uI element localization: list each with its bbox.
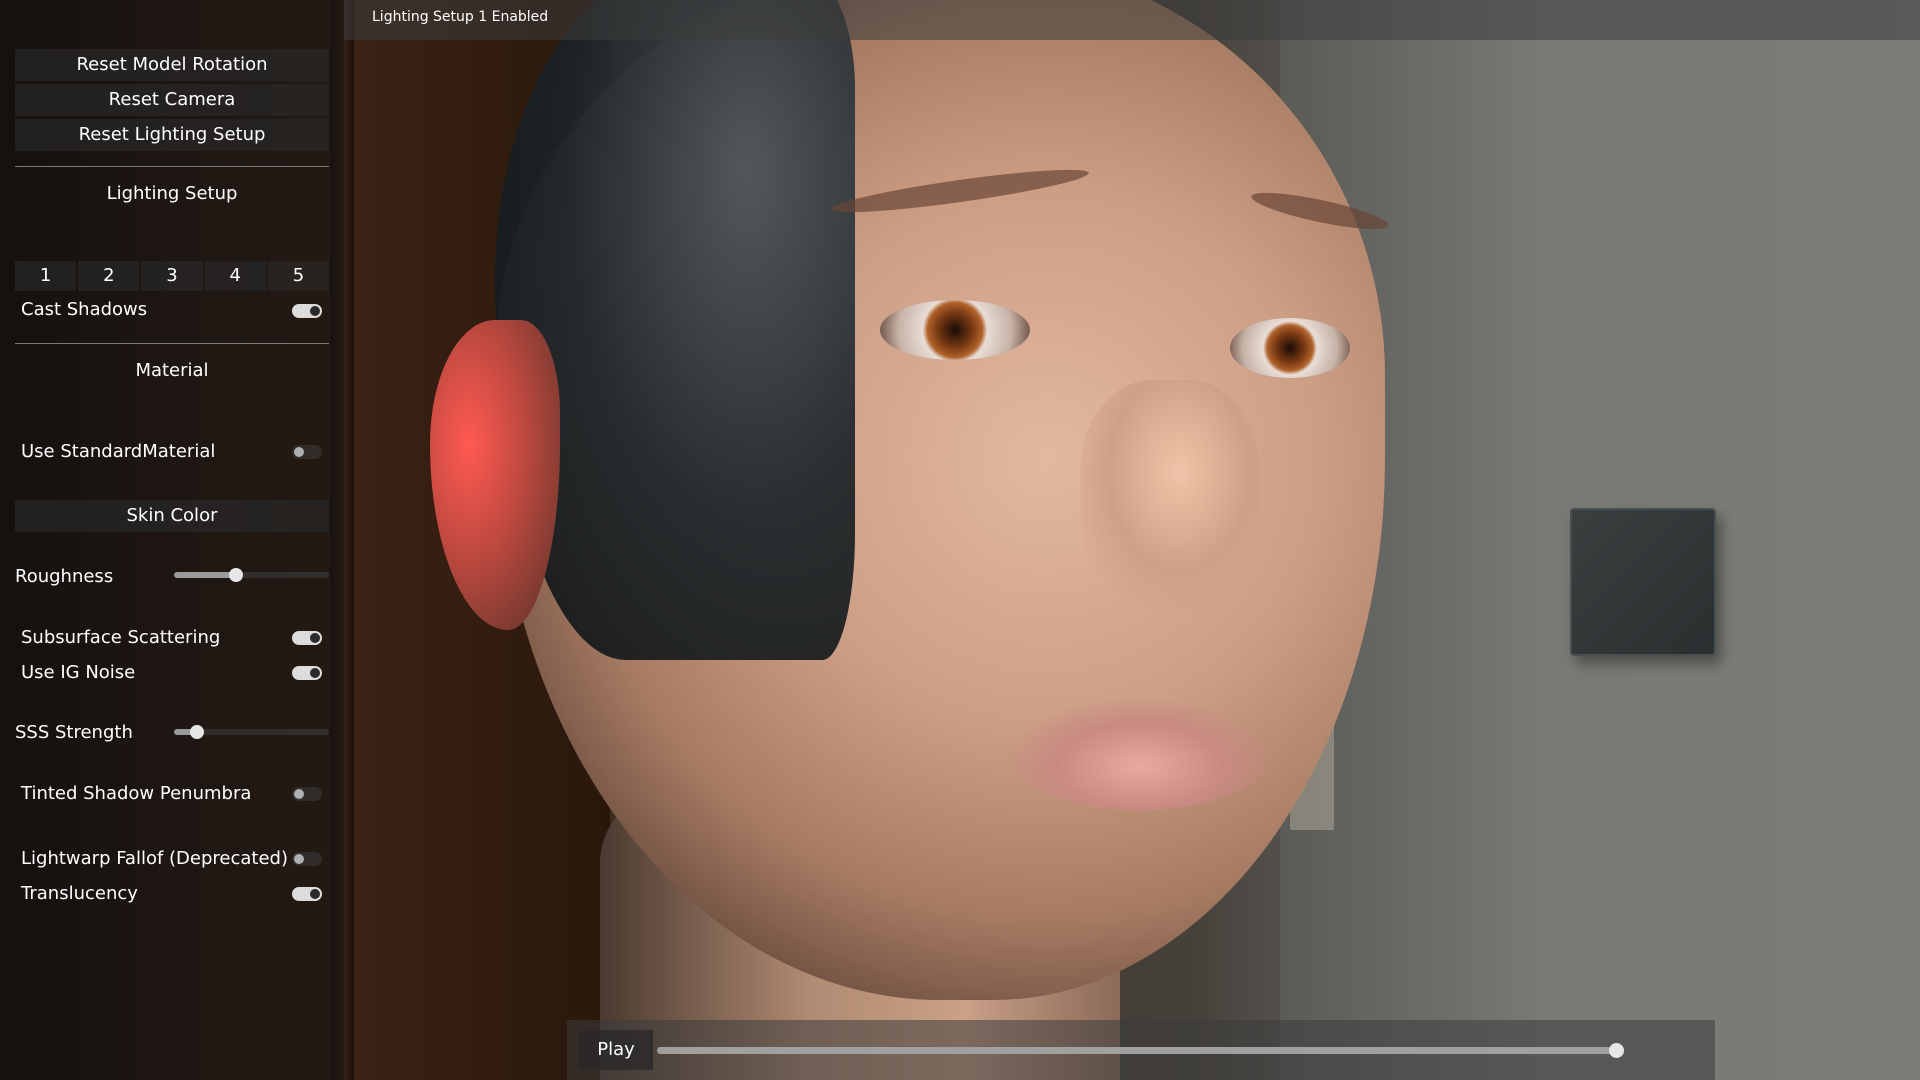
skin-color-button[interactable]: Skin Color bbox=[15, 500, 329, 532]
roughness-slider-knob[interactable] bbox=[229, 568, 243, 582]
cast-shadows-label: Cast Shadows bbox=[21, 299, 148, 320]
model-hair bbox=[495, 0, 855, 660]
use-ig-noise-toggle[interactable] bbox=[292, 666, 322, 680]
lighting-preset-3-button[interactable]: 3 bbox=[141, 261, 203, 291]
status-bar bbox=[344, 0, 1920, 40]
lighting-preset-2-button[interactable]: 2 bbox=[78, 261, 140, 291]
playback-bar: Play bbox=[567, 1020, 1715, 1080]
lightwarp-falloff-toggle[interactable] bbox=[292, 852, 322, 866]
model-left-eye bbox=[880, 300, 1030, 360]
timeline-knob[interactable] bbox=[1608, 1043, 1624, 1058]
subsurface-scattering-toggle[interactable] bbox=[292, 631, 322, 645]
lighting-preset-5-button[interactable]: 5 bbox=[267, 261, 330, 291]
lighting-setup-title: Lighting Setup bbox=[106, 183, 238, 204]
use-ig-noise-label: Use IG Noise bbox=[21, 662, 136, 683]
reset-camera-button[interactable]: Reset Camera bbox=[15, 84, 329, 116]
sss-strength-slider[interactable] bbox=[174, 725, 329, 739]
sss-strength-slider-knob[interactable] bbox=[190, 725, 205, 739]
reset-lighting-setup-button[interactable]: Reset Lighting Setup bbox=[15, 119, 329, 151]
lighting-preset-1-button[interactable]: 1 bbox=[15, 261, 77, 291]
model-nose bbox=[1080, 380, 1260, 610]
tinted-shadow-penumbra-toggle[interactable] bbox=[292, 787, 322, 801]
translucency-label: Translucency bbox=[21, 883, 138, 904]
divider bbox=[15, 343, 329, 344]
material-title: Material bbox=[135, 360, 209, 381]
play-button[interactable]: Play bbox=[579, 1030, 653, 1070]
lighting-preset-row: 1 2 3 4 5 bbox=[15, 261, 330, 291]
roughness-slider-fill bbox=[174, 572, 236, 578]
lightwarp-falloff-label: Lightwarp Fallof (Deprecated) bbox=[21, 848, 288, 869]
status-text: Lighting Setup 1 Enabled bbox=[372, 9, 549, 25]
roughness-slider[interactable] bbox=[174, 568, 329, 582]
use-standard-material-label: Use StandardMaterial bbox=[21, 441, 216, 462]
settings-panel: Reset Model Rotation Reset Camera Reset … bbox=[0, 0, 344, 1080]
cast-shadows-toggle[interactable] bbox=[292, 304, 322, 318]
timeline-fill bbox=[657, 1047, 1616, 1054]
reset-model-rotation-button[interactable]: Reset Model Rotation bbox=[15, 49, 329, 81]
background-wall-switch bbox=[1570, 508, 1716, 656]
roughness-label: Roughness bbox=[15, 566, 114, 587]
lighting-preset-4-button[interactable]: 4 bbox=[204, 261, 266, 291]
use-standard-material-toggle[interactable] bbox=[292, 445, 322, 459]
model-mouth bbox=[1010, 700, 1270, 810]
model-right-eye bbox=[1230, 318, 1350, 378]
timeline-slider[interactable] bbox=[657, 1043, 1705, 1058]
translucency-toggle[interactable] bbox=[292, 887, 322, 901]
subsurface-scattering-label: Subsurface Scattering bbox=[21, 627, 221, 648]
divider bbox=[15, 166, 329, 167]
tinted-shadow-penumbra-label: Tinted Shadow Penumbra bbox=[21, 783, 252, 804]
sss-strength-label: SSS Strength bbox=[15, 722, 133, 743]
